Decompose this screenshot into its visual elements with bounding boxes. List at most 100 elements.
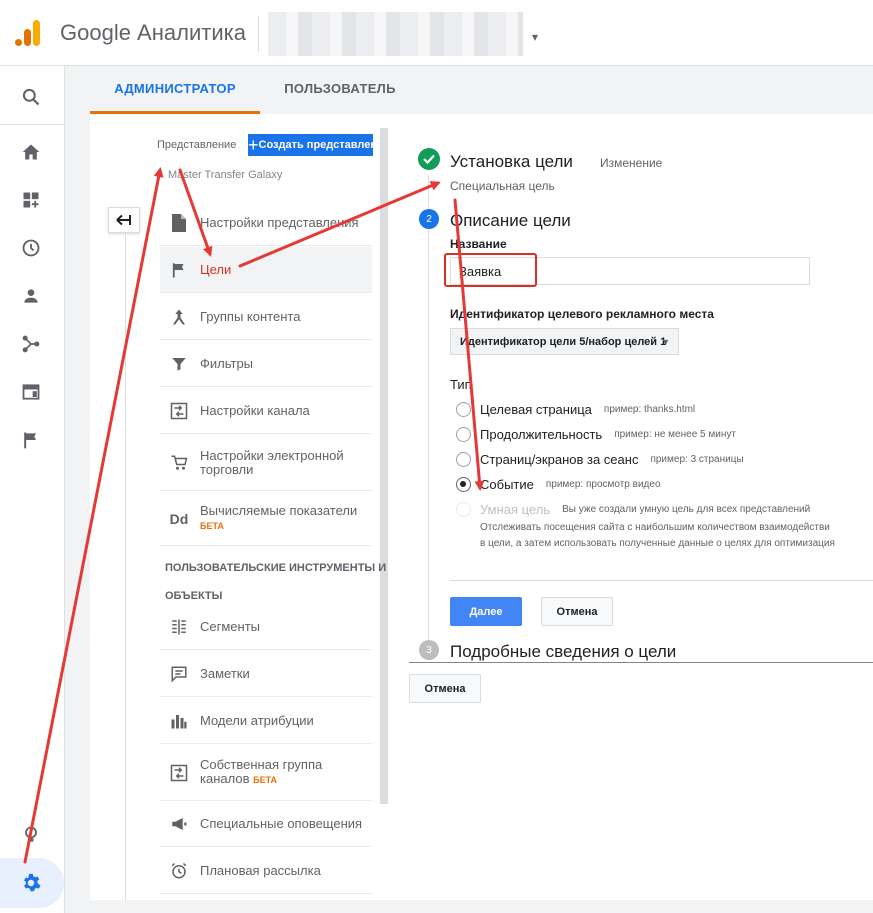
type-example: пример: thanks.html (603, 404, 696, 415)
type-option-event[interactable]: Событие пример: просмотр видео (456, 477, 661, 492)
admin-gear-button[interactable] (0, 858, 64, 908)
name-highlight-annotation (444, 253, 537, 287)
menu-item-filters[interactable]: Фильтры (160, 341, 372, 387)
megaphone-icon (168, 813, 190, 835)
acquisition-icon[interactable] (18, 331, 44, 357)
back-arrow-icon (116, 214, 131, 226)
type-option-pages-per-session[interactable]: Страниц/экранов за сеанс пример: 3 стран… (456, 452, 744, 467)
type-example: пример: 3 страницы (650, 454, 744, 465)
chevron-down-icon: ▼ (661, 336, 670, 347)
tab-user[interactable]: ПОЛЬЗОВАТЕЛЬ (270, 66, 410, 114)
goal-type-label: Тип (450, 377, 472, 392)
analytics-logo-icon[interactable] (13, 18, 43, 48)
steps-connector (428, 175, 429, 645)
title-divider (258, 16, 259, 52)
document-icon (168, 212, 190, 234)
menu-item-label: Вычисляемые показатели (200, 503, 358, 518)
plus-icon: + (248, 134, 259, 155)
step-complete-check-icon (418, 148, 440, 170)
goal-slot-label: Идентификатор целевого рекламного места (450, 307, 714, 321)
beta-badge: БЕТА (253, 775, 278, 785)
type-label: Целевая страница (480, 402, 592, 417)
goal-slot-select[interactable]: Идентификатор цели 5/набор целей 1 ▼ (450, 328, 679, 355)
type-option-destination[interactable]: Целевая страница пример: thanks.html (456, 402, 695, 417)
divider (450, 580, 873, 581)
type-label: Страниц/экранов за сеанс (480, 452, 639, 467)
account-dropdown-icon[interactable]: ▾ (532, 30, 538, 44)
column-scrollbar[interactable] (380, 128, 388, 804)
menu-item-label: Цели (200, 261, 232, 277)
audience-person-icon[interactable] (18, 283, 44, 309)
account-selector[interactable] (268, 12, 523, 56)
conversions-flag-icon[interactable] (18, 427, 44, 453)
behavior-window-icon[interactable] (18, 379, 44, 405)
menu-item-custom-alerts[interactable]: Специальные оповещения (160, 801, 372, 847)
goal-slot-value: Идентификатор цели 5/набор целей 1 (460, 335, 667, 348)
menu-item-attribution-models[interactable]: Модели атрибуции (160, 698, 372, 744)
column-divider (125, 233, 126, 900)
step1-edit-link[interactable]: Изменение (600, 156, 662, 170)
menu-item-scheduled-emails[interactable]: Плановая рассылка (160, 848, 372, 894)
menu-item-custom-channel-grouping[interactable]: Собственная группа каналов БЕТА (160, 745, 372, 801)
smart-goal-description: в цели, а затем использовать полученные … (480, 538, 835, 549)
left-nav (0, 66, 65, 913)
menu-item-channel-settings[interactable]: Настройки канала (160, 388, 372, 434)
discover-bulb-icon[interactable] (18, 822, 44, 848)
channel-settings-icon (168, 400, 190, 422)
menu-item-label-wrap: Вычисляемые показатели БЕТА (200, 504, 357, 533)
step3-number: 3 (419, 640, 439, 660)
type-label: Умная цель (480, 502, 551, 517)
radio-pages-per-session[interactable] (456, 452, 471, 467)
alarm-clock-icon (168, 860, 190, 882)
smart-goal-description: Отслеживать посещения сайта с наибольшим… (480, 522, 830, 533)
menu-item-view-settings[interactable]: Настройки представления (160, 200, 372, 246)
cancel-button[interactable]: Отмена (541, 597, 613, 626)
menu-item-label-wrap: Собственная группа каналов БЕТА (200, 758, 350, 787)
filter-funnel-icon (168, 353, 190, 375)
menu-item-segments[interactable]: Сегменты (160, 604, 372, 650)
app-title: Google Аналитика (60, 20, 246, 45)
type-example: пример: просмотр видео (545, 479, 661, 490)
menu-item-content-groups[interactable]: Группы контента (160, 294, 372, 340)
radio-event[interactable] (456, 477, 471, 492)
step2-number: 2 (419, 209, 439, 229)
goal-cancel-button[interactable]: Отмена (409, 674, 481, 703)
menu-item-label: Фильтры (200, 355, 254, 371)
step2-title: Описание цели (450, 211, 571, 230)
menu-item-label: Специальные оповещения (200, 815, 363, 831)
content-groups-icon (168, 306, 190, 328)
radio-duration[interactable] (456, 427, 471, 442)
section-heading-tools: ПОЛЬЗОВАТЕЛЬСКИЕ ИНСТРУМЕНТЫ И (165, 562, 387, 574)
menu-item-label: Плановая рассылка (200, 862, 321, 878)
flag-icon (168, 259, 190, 281)
nav-separator (0, 124, 65, 125)
type-label: Событие (480, 477, 534, 492)
menu-item-goals[interactable]: Цели (160, 247, 372, 293)
beta-badge: БЕТА (200, 521, 224, 531)
radio-destination[interactable] (456, 402, 471, 417)
menu-item-label: Заметки (200, 665, 250, 681)
customization-icon[interactable] (18, 187, 44, 213)
menu-item-label: Сегменты (200, 618, 261, 634)
menu-item-calculated-metrics[interactable]: Dd Вычисляемые показатели БЕТА (160, 492, 372, 546)
step3-title: Подробные сведения о цели (450, 642, 677, 661)
type-option-smart-goal: Умная цель Вы уже создали умную цель для… (456, 502, 810, 517)
type-option-duration[interactable]: Продолжительность пример: не менее 5 мин… (456, 427, 736, 442)
back-button[interactable] (108, 207, 140, 233)
menu-item-ecommerce-settings[interactable]: Настройки электронной торговли (160, 435, 372, 491)
next-button[interactable]: Далее (450, 597, 522, 626)
create-view-button[interactable]: + Создать представление (248, 134, 373, 156)
radio-smart-goal (456, 502, 471, 517)
search-icon[interactable] (18, 84, 44, 110)
menu-item-annotations[interactable]: Заметки (160, 651, 372, 697)
view-label: Представление (157, 139, 237, 151)
home-icon[interactable] (18, 139, 44, 165)
realtime-clock-icon[interactable] (18, 235, 44, 261)
view-name[interactable]: Master Transfer Galaxy (168, 169, 282, 181)
type-example: пример: не менее 5 минут (614, 429, 736, 440)
tab-admin[interactable]: АДМИНИСТРАТОР (90, 66, 260, 114)
section-heading-objects: ОБЪЕКТЫ (165, 590, 223, 602)
goal-name-label: Название (450, 237, 507, 251)
shopping-cart-icon (168, 452, 190, 474)
step1-subtitle: Специальная цель (450, 179, 555, 193)
